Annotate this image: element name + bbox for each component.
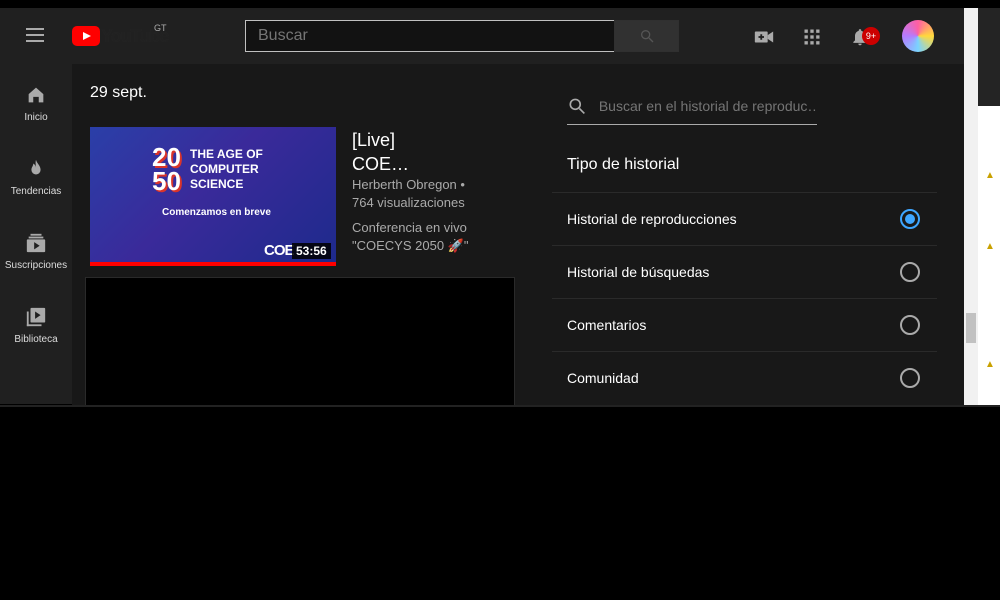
radio-button[interactable]: [900, 262, 920, 282]
option-community[interactable]: Comunidad: [552, 351, 937, 403]
warning-icon: ▲: [985, 241, 995, 252]
option-label: Comunidad: [567, 369, 639, 386]
search-input[interactable]: [246, 21, 614, 51]
option-label: Comentarios: [567, 316, 647, 333]
radio-button[interactable]: [900, 368, 920, 388]
option-label: Historial de reproducciones: [567, 210, 737, 227]
sidebar-item-home[interactable]: Inicio: [0, 84, 72, 123]
menu-icon[interactable]: [26, 28, 46, 44]
create-video-button[interactable]: [753, 26, 775, 48]
sidebar: Inicio Tendencias Suscripciones Bibliote…: [0, 64, 72, 404]
thumbnail-number: 20 50: [152, 142, 181, 196]
option-watch-history[interactable]: Historial de reproducciones: [552, 192, 937, 244]
video-description: Conferencia en vivo "COECYS 2050 🚀": [352, 220, 469, 253]
apps-grid-icon: [804, 29, 820, 45]
search-button[interactable]: [614, 20, 679, 52]
history-type-panel: Tipo de historial Historial de reproducc…: [522, 64, 964, 409]
thumbnail-subtitle: Comenzamos en breve: [162, 207, 271, 218]
history-type-heading: Tipo de historial: [567, 156, 680, 173]
youtube-play-icon: [72, 26, 100, 46]
youtube-logo[interactable]: YouTube GT: [72, 23, 169, 47]
sidebar-item-trending[interactable]: Tendencias: [0, 158, 72, 197]
warning-icon: ▲: [985, 359, 995, 370]
video-duration: 53:56: [292, 243, 331, 259]
avatar[interactable]: [902, 20, 934, 52]
history-search-input[interactable]: [598, 98, 817, 114]
bottom-blank-area: [0, 405, 1000, 600]
search-field[interactable]: [245, 20, 615, 52]
sidebar-item-label: Inicio: [24, 112, 48, 123]
radio-button[interactable]: [900, 209, 920, 229]
devtools-panel: ▲ ▲ ▲: [978, 8, 1000, 405]
radio-button[interactable]: [900, 315, 920, 335]
page-scrollbar[interactable]: [964, 8, 978, 405]
fire-icon: [31, 159, 41, 175]
thumbnail-title: THE AGE OF COMPUTER SCIENCE: [190, 147, 263, 191]
sidebar-item-label: Tendencias: [10, 186, 62, 197]
video-thumbnail[interactable]: 20 50 THE AGE OF COMPUTER SCIENCE Comenz…: [90, 127, 336, 266]
library-icon: [26, 307, 46, 327]
search-icon: [569, 98, 585, 115]
channel-name[interactable]: Herberth Obregon •: [352, 176, 465, 194]
video-meta: Herberth Obregon • 764 visualizaciones: [352, 176, 465, 212]
thumbnail-brand: COE: [264, 242, 294, 259]
home-icon: [28, 87, 44, 103]
sidebar-item-subscriptions[interactable]: Suscripciones: [0, 232, 72, 271]
history-search-field[interactable]: [567, 88, 817, 125]
search-icon: [640, 29, 653, 43]
warning-icon: ▲: [985, 170, 995, 181]
view-count: 764 visualizaciones: [352, 195, 465, 210]
top-strip: [0, 0, 1000, 8]
scrollbar-thumb[interactable]: [966, 313, 976, 343]
video-camera-icon: [754, 31, 774, 43]
sidebar-item-label: Suscripciones: [4, 260, 68, 271]
notification-badge: 9+: [862, 27, 880, 45]
video-title[interactable]: [Live] COE…: [352, 128, 502, 176]
sidebar-item-label: Biblioteca: [14, 334, 58, 345]
country-code: GT: [154, 23, 167, 33]
apps-button[interactable]: [801, 26, 823, 48]
option-label: Historial de búsquedas: [567, 263, 710, 280]
option-comments[interactable]: Comentarios: [552, 298, 937, 350]
date-heading: 29 sept.: [90, 84, 147, 101]
sidebar-item-library[interactable]: Biblioteca: [0, 306, 72, 345]
empty-video-placeholder: [85, 277, 515, 410]
subscriptions-icon: [26, 233, 46, 253]
masthead: YouTube GT 9+: [0, 8, 964, 64]
option-search-history[interactable]: Historial de búsquedas: [552, 245, 937, 297]
watch-progress-bar: [90, 262, 336, 266]
devtools-header: [978, 8, 1000, 106]
